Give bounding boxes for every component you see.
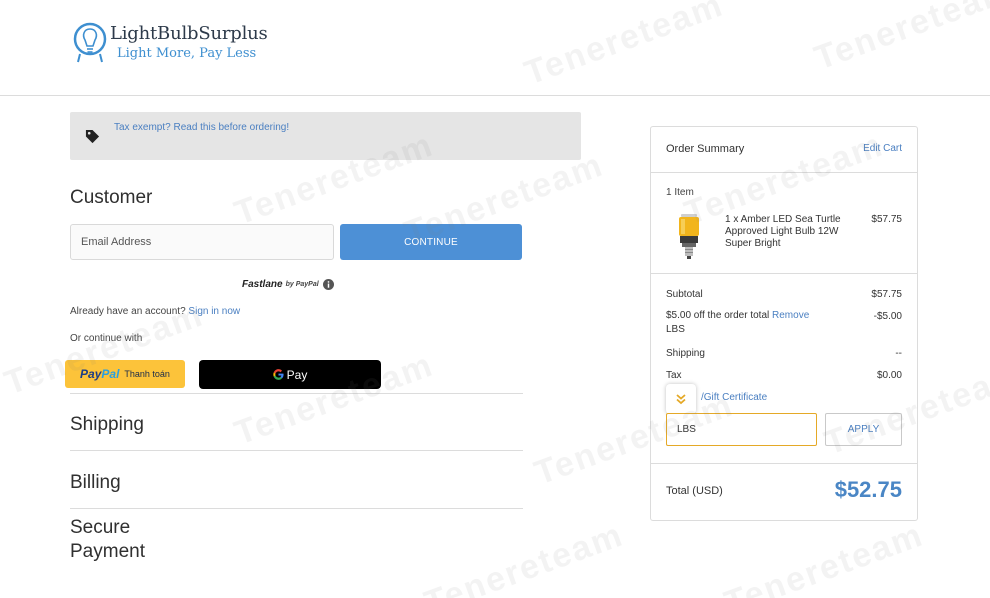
logo-name: LightBulbSurplus [110, 23, 268, 44]
order-summary-title: Order Summary [666, 143, 745, 155]
tag-icon [85, 129, 100, 144]
site-logo[interactable]: LightBulbSurplus Light More, Pay Less [72, 22, 268, 64]
paypal-button-label: Thanh toán [124, 369, 170, 379]
logo-tagline: Light More, Pay Less [117, 46, 257, 61]
edit-cart-link[interactable]: Edit Cart [863, 143, 902, 154]
watermark-text: Tenereteam [419, 515, 629, 598]
tax-value: $0.00 [876, 370, 902, 381]
tax-exempt-banner: Tax exempt? Read this before ordering! [70, 112, 581, 160]
product-price: $57.75 [871, 214, 902, 225]
section-divider [70, 508, 523, 509]
discount-code: LBS [666, 324, 685, 335]
item-count: 1 Item [666, 187, 694, 198]
section-divider [70, 450, 523, 451]
double-chevron-down-icon [676, 394, 686, 405]
account-prompt-text: Already have an account? [70, 306, 186, 317]
paypal-logo-part-b: Pal [101, 367, 120, 381]
summary-divider [651, 273, 917, 274]
continue-button[interactable]: CONTINUE [340, 224, 522, 260]
paypal-logo-part-a: Pay [80, 367, 102, 381]
info-icon[interactable] [322, 279, 334, 290]
shipping-label: Shipping [666, 348, 705, 359]
discount-text: $5.00 off the order total [666, 310, 770, 321]
total-label: Total (USD) [666, 485, 723, 497]
subtotal-value: $57.75 [871, 289, 902, 300]
order-summary: Order Summary Edit Cart 1 Item 1 x Amber… [650, 126, 918, 521]
discount-value: -$5.00 [873, 311, 902, 322]
summary-divider [651, 172, 917, 173]
tax-exempt-link[interactable]: Tax exempt? Read this before ordering! [114, 122, 289, 133]
google-g-icon [273, 369, 284, 380]
google-pay-label: Pay [286, 367, 308, 382]
discount-label: $5.00 off the order total Remove LBS [666, 309, 836, 337]
apply-coupon-button[interactable]: APPLY [825, 413, 902, 446]
sign-in-link[interactable]: Sign in now [188, 306, 240, 317]
lightbulb-logo-icon [73, 22, 107, 63]
fastlane-name: Fastlane [242, 279, 283, 290]
fastlane-by: by PayPal [285, 281, 319, 288]
or-continue-text: Or continue with [70, 333, 143, 344]
google-pay-button[interactable]: Pay [199, 360, 381, 389]
total-value: $52.75 [834, 477, 902, 502]
product-name: 1 x Amber LED Sea Turtle Approved Light … [725, 214, 841, 249]
subtotal-label: Subtotal [666, 289, 703, 300]
customer-section-title: Customer [70, 187, 153, 208]
email-field[interactable] [70, 224, 334, 260]
shipping-section-title: Shipping [70, 414, 144, 435]
remove-discount-link[interactable]: Remove [772, 310, 809, 321]
section-divider [70, 393, 523, 394]
billing-section-title: Billing [70, 472, 121, 493]
scroll-toggle-button[interactable] [666, 384, 696, 414]
coupon-code-input[interactable] [666, 413, 817, 446]
product-image [679, 214, 699, 259]
account-prompt: Already have an account? Sign in now [70, 306, 240, 317]
payment-section-title: Secure Payment [70, 517, 145, 562]
paypal-logo: PayPal [80, 367, 119, 381]
fastlane-by-paypal: Fastlane by PayPal [242, 279, 334, 290]
watermark-text: Tenereteam [719, 515, 929, 598]
summary-divider [651, 463, 917, 464]
site-header: LightBulbSurplus Light More, Pay Less [0, 0, 990, 96]
paypal-button[interactable]: PayPal Thanh toán [65, 360, 185, 388]
coupon-gift-certificate-link[interactable]: /Gift Certificate [701, 392, 767, 403]
tax-label: Tax [666, 370, 682, 381]
shipping-value: -- [895, 348, 902, 359]
